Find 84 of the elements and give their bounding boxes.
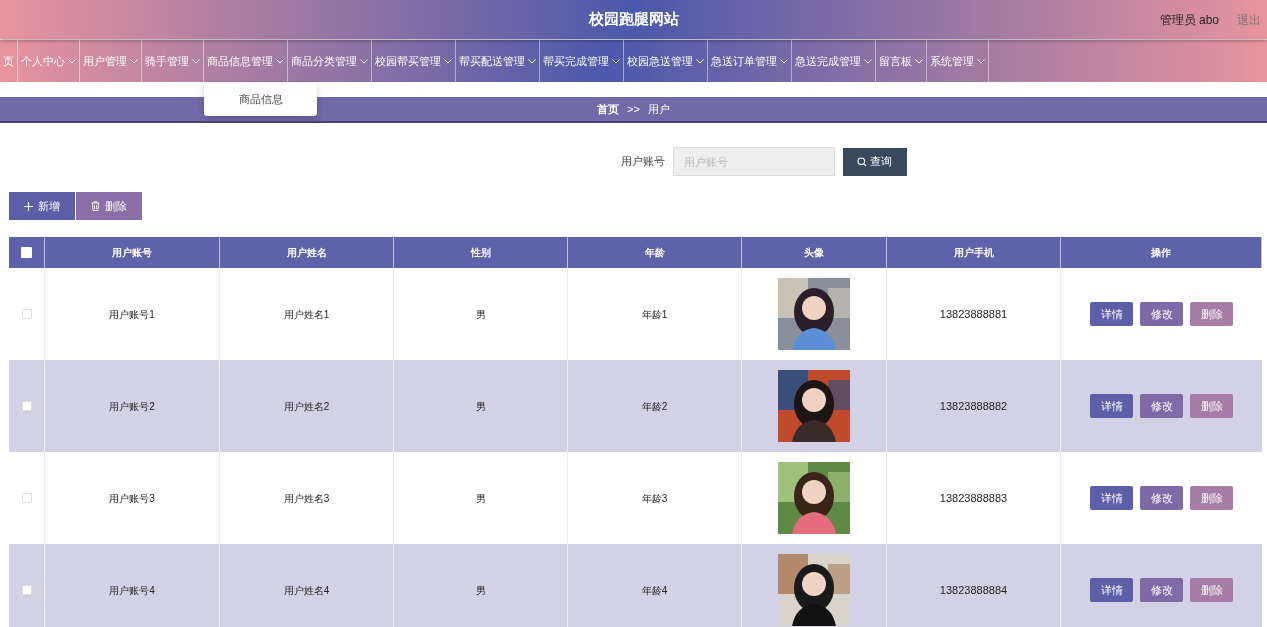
trash-icon xyxy=(91,201,100,211)
row-checkbox[interactable] xyxy=(21,585,32,595)
chevron-down-icon xyxy=(696,58,704,64)
table-cell-text: 用户账号2 xyxy=(109,399,155,414)
chevron-down-icon xyxy=(444,58,452,64)
table-cell-text: 年龄3 xyxy=(641,491,668,506)
table-cell-text: 用户账号4 xyxy=(109,583,155,598)
chevron-down-icon xyxy=(68,58,76,64)
nav-menu-item[interactable]: 用户管理 xyxy=(80,40,141,82)
dropdown-item[interactable]: 商品信息 xyxy=(238,90,283,109)
table-cell-text: 用户姓名3 xyxy=(283,491,330,506)
chevron-down-icon xyxy=(780,58,788,64)
edit-button[interactable]: 修改 xyxy=(1140,394,1183,418)
table-cell-text: 男 xyxy=(475,399,486,414)
details-button[interactable]: 详情 xyxy=(1090,394,1133,418)
row-checkbox[interactable] xyxy=(21,401,32,411)
nav-menu-item[interactable]: 页 xyxy=(0,40,17,82)
column-header: 头像 xyxy=(804,246,824,260)
breadcrumb-separator: >> xyxy=(627,101,640,117)
column-header: 用户手机 xyxy=(953,246,994,260)
nav-menu-item[interactable]: 留言板 xyxy=(876,40,926,82)
row-checkbox[interactable] xyxy=(21,493,32,503)
column-header: 年龄 xyxy=(644,246,665,260)
table-cell-text: 用户姓名4 xyxy=(283,583,330,598)
site-title: 校园跑腿网站 xyxy=(588,9,679,30)
nav-menu-item[interactable]: 校园急送管理 xyxy=(624,40,707,82)
details-button[interactable]: 详情 xyxy=(1090,486,1133,510)
details-button[interactable]: 详情 xyxy=(1090,578,1133,602)
chevron-down-icon xyxy=(915,58,923,64)
table-cell-text: 年龄1 xyxy=(641,307,668,322)
table-cell-text: 13823888881 xyxy=(939,306,1008,322)
nav-menu-item[interactable]: 个人中心 xyxy=(18,40,79,82)
table-cell-text: 13823888884 xyxy=(939,582,1008,598)
table-cell-text: 年龄4 xyxy=(641,583,668,598)
nav-menu-item[interactable]: 系统管理 xyxy=(927,40,988,82)
nav-menu-item[interactable]: 商品信息管理 xyxy=(204,40,287,82)
user-name: 管理员 abo xyxy=(1159,11,1219,29)
chevron-down-icon xyxy=(612,58,620,64)
nav-menu-item[interactable]: 帮买配送管理 xyxy=(456,40,539,82)
table-cell-text: 年龄2 xyxy=(641,399,668,414)
nav-menu-item[interactable]: 帮买完成管理 xyxy=(540,40,623,82)
table-cell-text: 男 xyxy=(475,307,486,322)
delete-button[interactable]: 删除 xyxy=(1190,302,1233,326)
chevron-down-icon xyxy=(192,58,200,64)
column-header: 操作 xyxy=(1151,246,1171,260)
plus-icon xyxy=(24,201,33,211)
chevron-down-icon xyxy=(528,58,536,64)
delete-button[interactable]: 删除 xyxy=(1190,486,1233,510)
edit-button[interactable]: 修改 xyxy=(1140,578,1183,602)
chevron-down-icon xyxy=(360,58,368,64)
chevron-down-icon xyxy=(977,58,985,64)
table-cell-text: 用户姓名1 xyxy=(283,307,330,322)
table-cell-text: 用户账号1 xyxy=(109,307,155,322)
chevron-down-icon xyxy=(130,58,138,64)
select-all-checkbox[interactable] xyxy=(21,247,32,258)
table-cell-text: 13823888882 xyxy=(939,398,1008,414)
delete-button[interactable]: 删除 xyxy=(1190,578,1233,602)
column-header: 性别 xyxy=(470,246,491,260)
edit-button[interactable]: 修改 xyxy=(1140,302,1183,326)
table-cell-text: 用户姓名2 xyxy=(283,399,330,414)
chevron-down-icon xyxy=(864,58,872,64)
nav-menu-item[interactable]: 商品分类管理 xyxy=(288,40,371,82)
table-cell-text: 13823888883 xyxy=(939,490,1008,506)
nav-menu-item[interactable]: 急送完成管理 xyxy=(792,40,875,82)
column-header: 用户姓名 xyxy=(286,246,327,260)
edit-button[interactable]: 修改 xyxy=(1140,486,1183,510)
breadcrumb-home[interactable]: 首页 xyxy=(597,100,620,118)
delete-button[interactable]: 删除 xyxy=(1190,394,1233,418)
details-button[interactable]: 详情 xyxy=(1090,302,1133,326)
row-checkbox[interactable] xyxy=(21,309,32,319)
nav-menu-item[interactable]: 校园帮买管理 xyxy=(372,40,455,82)
search-button[interactable]: 查询 xyxy=(842,147,907,176)
breadcrumb-current: 用户 xyxy=(647,101,670,117)
table-cell-text: 男 xyxy=(475,583,486,598)
delete-button[interactable]: 删除 xyxy=(76,192,142,220)
table-cell-text: 男 xyxy=(475,491,486,506)
nav-menu-item[interactable]: 急送订单管理 xyxy=(708,40,791,82)
table-cell-text: 用户账号3 xyxy=(109,491,155,506)
search-label: 用户账号 xyxy=(620,154,665,170)
nav-menu-item[interactable]: 骑手管理 xyxy=(142,40,203,82)
add-button[interactable]: 新增 xyxy=(9,192,75,220)
search-icon xyxy=(857,156,867,167)
column-header: 用户账号 xyxy=(112,246,152,260)
chevron-down-icon xyxy=(276,58,284,64)
